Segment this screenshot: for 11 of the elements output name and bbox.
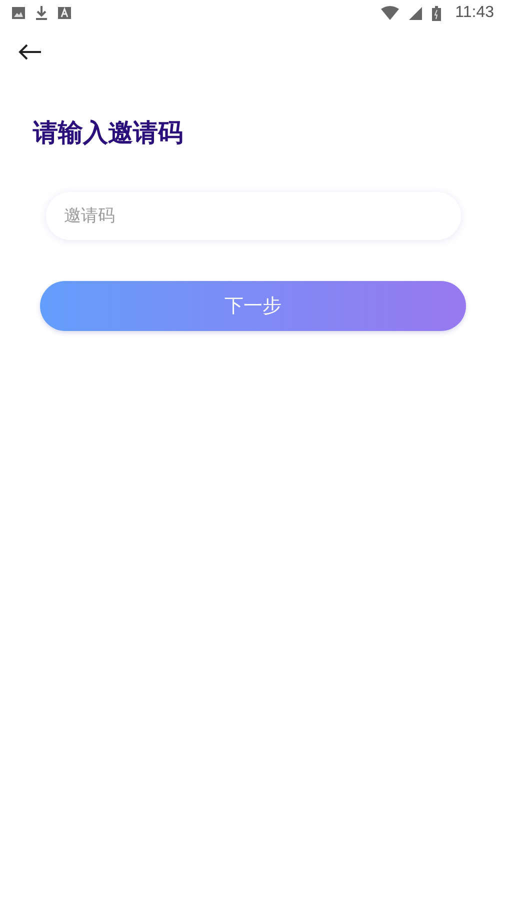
image-icon	[12, 7, 25, 19]
download-icon	[35, 6, 48, 20]
invite-code-field[interactable]: 邀请码	[46, 192, 461, 240]
next-button[interactable]: 下一步	[40, 281, 466, 331]
status-time: 11:43	[455, 4, 494, 22]
wifi-icon	[381, 6, 400, 20]
page-title: 请输入邀请码	[33, 117, 184, 149]
battery-icon	[432, 6, 442, 20]
signal-icon	[409, 6, 422, 20]
back-arrow-icon	[18, 44, 42, 60]
a-icon	[58, 7, 71, 19]
